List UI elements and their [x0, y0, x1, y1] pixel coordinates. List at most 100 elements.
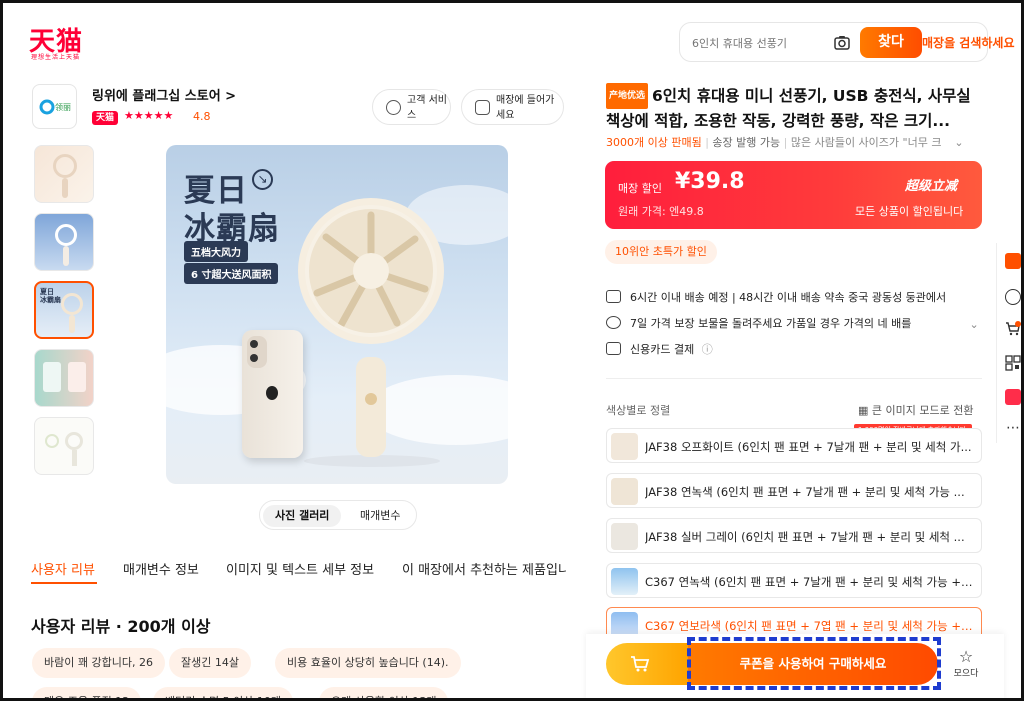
- enter-store-label: 매장에 들어가세요: [496, 95, 555, 121]
- sku-label: JAF38 오프화이트 (6인치 팬 표면 + 7날개 팬 + 분리 및 세척 …: [645, 440, 972, 454]
- product-title: 产地优选 6인치 휴대용 미니 선풍기, USB 충전식, 사무실 책상에 적합,…: [606, 83, 984, 133]
- enter-store-button[interactable]: 매장에 들어가세요: [461, 89, 564, 125]
- coupon-badge[interactable]: 10위안 초특가 할인: [605, 240, 717, 264]
- image-tag-1: 五档大风力: [184, 241, 248, 262]
- big-image-mode-label: 큰 이미지 모드로 전환: [871, 404, 974, 417]
- search-button[interactable]: 찾다: [860, 27, 922, 58]
- store-logo-icon: 领丽: [39, 99, 71, 115]
- review-chip[interactable]: 배터리 수명 5 이상 10개: [153, 687, 293, 698]
- invoice-note: 송장 발행 가능: [712, 136, 781, 149]
- favorite-label: 모으다: [953, 669, 979, 679]
- review-chip[interactable]: 오래 사용할 이상 13개: [319, 687, 449, 698]
- price-value: ¥39.8: [675, 169, 745, 194]
- search-bar: 찾다 매장을 검색하세요: [679, 22, 1015, 62]
- store-logo[interactable]: 领丽: [32, 84, 77, 129]
- sku-option[interactable]: JAF38 연녹색 (6인치 팬 표면 + 7날개 팬 + 분리 및 세척 가능…: [606, 473, 982, 508]
- cart-icon: [631, 656, 650, 672]
- store-name[interactable]: 링위에 플래그십 스토어 >: [92, 85, 236, 104]
- buy-with-coupon-button[interactable]: 쿠폰을 사용하여 구매하세요: [688, 643, 938, 685]
- sku-option[interactable]: JAF38 실버 그레이 (6인치 팬 표면 + 7날개 팬 + 분리 및 세척…: [606, 518, 982, 553]
- thumbnail-active[interactable]: 夏日 冰霸扇: [34, 281, 94, 339]
- arrow-down-right-icon: ↘: [252, 169, 273, 190]
- tab-recommend[interactable]: 이 매장에서 추천하는 제품입니: [402, 559, 566, 578]
- side-toolbar: ⋯: [996, 243, 1021, 443]
- sku-swatch: [611, 478, 638, 505]
- tmall-slogan: 理想生活上天猫: [31, 54, 81, 61]
- thumbnail[interactable]: [34, 213, 94, 271]
- payment-info: 신용카드 결제 ⓘ: [606, 341, 713, 357]
- taobao-icon[interactable]: [1005, 253, 1021, 269]
- guarantee-text: 7일 가격 보장 보물을 돌려주세요 가품일 경우 가격의 네 배를: [630, 317, 912, 330]
- photo-gallery-tab[interactable]: 사진 갤러리: [263, 505, 342, 527]
- tmall-badge: 天猫: [92, 111, 118, 125]
- sku-label: C367 연보라색 (6인치 팬 표면 + 7엽 팬 + 분리 및 세척 가능 …: [645, 619, 973, 633]
- product-title-text: 6인치 휴대용 미니 선풍기, USB 충전식, 사무실 책상에 적합, 조용한…: [606, 87, 971, 130]
- price-box: 매장 할인 ¥39.8 超级立减 원래 가격: 엔49.8 모든 상품이 할인됩…: [605, 161, 982, 229]
- sku-option[interactable]: C367 연녹색 (6인치 팬 표면 + 7날개 팬 + 분리 및 세척 가능 …: [606, 563, 982, 598]
- shipping-text: 6시간 이내 배송 예정 | 48시간 이내 배송 약속 중국 광동성 둥관에서: [630, 291, 947, 304]
- big-image-mode-toggle[interactable]: ▦ 큰 이미지 모드로 전환: [858, 402, 973, 418]
- store-icon: [475, 100, 490, 115]
- page: 天猫 理想生活上天猫 찾다 매장을 검색하세요 领丽 링위에 플래그십 스토어 …: [0, 0, 1024, 701]
- sku-label: JAF38 연녹색 (6인치 팬 표면 + 7날개 팬 + 분리 및 세척 가능…: [645, 485, 965, 499]
- gallery-switch: 사진 갤러리 매개변수: [259, 500, 417, 530]
- sku-swatch: [611, 568, 638, 595]
- size-note[interactable]: 많은 사람들이 사이즈가 "너무 크: [791, 134, 951, 150]
- super-discount-badge: 超级立减: [905, 179, 958, 194]
- search-store-button[interactable]: 매장을 검색하세요: [922, 34, 1015, 51]
- more-icon[interactable]: ⋯: [1005, 421, 1021, 439]
- qr-code-icon[interactable]: [1005, 355, 1021, 371]
- store-stars: ★★★★★: [124, 109, 174, 122]
- sku-label: JAF38 실버 그레이 (6인치 팬 표면 + 7날개 팬 + 분리 및 세척…: [645, 530, 965, 544]
- guarantee-info[interactable]: 7일 가격 보장 보물을 돌려주세요 가품일 경우 가격의 네 배를 ⌄: [606, 315, 979, 331]
- thumbnail[interactable]: [34, 349, 94, 407]
- sku-swatch: [611, 433, 638, 460]
- tab-params[interactable]: 매개변수 정보: [123, 559, 199, 578]
- image-tag-2: 6 寸超大送风面积: [184, 263, 279, 284]
- params-tab[interactable]: 매개변수: [348, 505, 412, 527]
- product-meta: 3000개 이상 판매됨 | 송장 발행 가능 | 많은 사람들이 사이즈가 "…: [606, 134, 964, 150]
- search-input[interactable]: [692, 32, 827, 54]
- app-icon[interactable]: [1005, 389, 1021, 405]
- credit-card-icon: [606, 342, 621, 355]
- origin-badge: 产地优选: [606, 83, 649, 109]
- tab-underline: [31, 582, 97, 584]
- tab-details[interactable]: 이미지 및 텍스트 세부 정보: [226, 559, 374, 578]
- divider: [606, 378, 982, 379]
- phone-illustration: [242, 330, 303, 458]
- review-chip[interactable]: 바람이 꽤 강합니다, 26: [32, 648, 165, 678]
- camera-icon[interactable]: [833, 34, 851, 52]
- sku-swatch: [611, 523, 638, 550]
- sort-label: 색상별로 정렬: [606, 404, 671, 417]
- original-price: 원래 가격: 엔49.8: [618, 205, 704, 218]
- sold-count: 3000개 이상 판매됨: [606, 136, 702, 149]
- payment-text: 신용카드 결제: [630, 343, 695, 356]
- chevron-down-icon[interactable]: ⌄: [970, 318, 979, 331]
- chat-icon[interactable]: [1005, 289, 1021, 305]
- main-product-image[interactable]: 夏日 冰霸扇 ↘ 五档大风力 6 寸超大送风面积: [166, 145, 508, 484]
- cart-icon[interactable]: [1005, 321, 1021, 337]
- chevron-down-icon[interactable]: ⌄: [954, 136, 963, 149]
- tab-reviews[interactable]: 사용자 리뷰: [31, 559, 95, 578]
- customer-service-label: 고객 서비스: [407, 95, 447, 121]
- price-label: 매장 할인: [618, 182, 662, 195]
- customer-service-button[interactable]: 고객 서비스: [372, 89, 451, 125]
- reviews-title: 사용자 리뷰 · 200개 이상: [31, 617, 211, 636]
- info-icon[interactable]: ⓘ: [702, 343, 713, 356]
- shield-icon: [606, 316, 621, 329]
- shipping-info: 6시간 이내 배송 예정 | 48시간 이내 배송 약속 중국 광동성 둥관에서: [606, 289, 946, 305]
- sku-label: C367 연녹색 (6인치 팬 표면 + 7날개 팬 + 분리 및 세척 가능 …: [645, 575, 973, 589]
- sku-option[interactable]: JAF38 오프화이트 (6인치 팬 표면 + 7날개 팬 + 분리 및 세척 …: [606, 428, 982, 463]
- review-chip[interactable]: 비용 효율이 상당히 높습니다 (14).: [275, 648, 461, 678]
- thumbnail[interactable]: [34, 417, 94, 475]
- truck-icon: [606, 290, 621, 303]
- add-to-cart-button[interactable]: [606, 643, 688, 685]
- thumbnail[interactable]: [34, 145, 94, 203]
- review-chip[interactable]: 잘생긴 14살: [169, 648, 251, 678]
- favorite-button[interactable]: ☆ 모으다: [951, 648, 981, 680]
- review-chip[interactable]: 매우 조용 품질 12: [32, 687, 142, 698]
- store-rating: 4.8: [193, 110, 211, 123]
- store-logo-text: 领丽: [55, 102, 71, 112]
- grid-icon: ▦: [858, 404, 872, 417]
- fan-illustration: [298, 198, 444, 467]
